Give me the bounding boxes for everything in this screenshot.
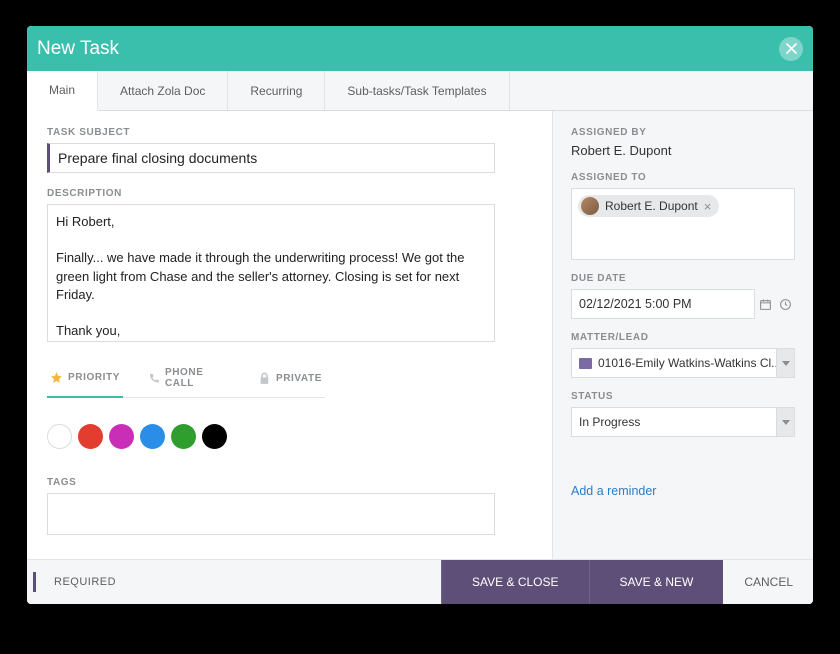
left-column: TASK SUBJECT DESCRIPTION PRIORITY PHONE … — [27, 111, 553, 559]
modal-body: TASK SUBJECT DESCRIPTION PRIORITY PHONE … — [27, 111, 813, 559]
tags-label: TAGS — [47, 477, 532, 488]
subtab-private[interactable]: PRIVATE — [255, 359, 325, 397]
tabs-bar: Main Attach Zola Doc Recurring Sub-tasks… — [27, 71, 813, 111]
task-subject-label: TASK SUBJECT — [47, 127, 532, 138]
add-reminder-link[interactable]: Add a reminder — [571, 484, 656, 498]
tags-input[interactable] — [47, 493, 495, 535]
matter-lead-select-row: 01016-Emily Watkins-Watkins Cl... — [571, 348, 795, 378]
calendar-icon — [759, 298, 772, 311]
task-subject-input[interactable] — [47, 143, 495, 173]
status-label: STATUS — [571, 391, 795, 402]
clock-icon — [779, 298, 792, 311]
subtab-phone-call[interactable]: PHONE CALL — [145, 359, 233, 397]
tab-sub-tasks-templates[interactable]: Sub-tasks/Task Templates — [325, 71, 509, 110]
color-red[interactable] — [78, 424, 103, 449]
assignee-chip: Robert E. Dupont × — [578, 195, 719, 217]
assigned-to-label: ASSIGNED TO — [571, 172, 795, 183]
due-date-row — [571, 289, 795, 319]
save-new-button[interactable]: SAVE & NEW — [589, 560, 724, 604]
modal-header: New Task — [27, 26, 813, 71]
time-button[interactable] — [775, 289, 795, 319]
description-label: DESCRIPTION — [47, 188, 532, 199]
status-value: In Progress — [579, 415, 640, 429]
color-green[interactable] — [171, 424, 196, 449]
tab-main[interactable]: Main — [27, 71, 98, 111]
star-icon — [50, 371, 63, 384]
matter-icon — [579, 358, 592, 369]
attribute-subtabs: PRIORITY PHONE CALL PRIVATE — [47, 359, 325, 398]
matter-lead-select[interactable]: 01016-Emily Watkins-Watkins Cl... — [571, 348, 777, 378]
chevron-down-icon — [782, 361, 790, 366]
close-icon — [786, 43, 797, 54]
color-blue[interactable] — [140, 424, 165, 449]
due-date-input[interactable] — [571, 289, 755, 319]
lock-icon — [258, 372, 271, 385]
subtab-private-label: PRIVATE — [276, 373, 322, 384]
required-indicator: REQUIRED — [33, 572, 134, 592]
description-textarea[interactable] — [47, 204, 495, 342]
save-close-button[interactable]: SAVE & CLOSE — [441, 560, 588, 604]
footer-spacer — [134, 560, 441, 604]
status-select[interactable]: In Progress — [571, 407, 777, 437]
status-dropdown-arrow[interactable] — [777, 407, 795, 437]
avatar — [581, 197, 599, 215]
matter-lead-dropdown-arrow[interactable] — [777, 348, 795, 378]
subtab-priority-label: PRIORITY — [68, 372, 120, 383]
description-section: DESCRIPTION — [47, 188, 532, 347]
assigned-by-label: ASSIGNED BY — [571, 127, 795, 138]
cancel-button[interactable]: CANCEL — [723, 560, 813, 604]
calendar-button[interactable] — [755, 289, 775, 319]
modal-footer: REQUIRED SAVE & CLOSE SAVE & NEW CANCEL — [27, 559, 813, 604]
assigned-to-input[interactable]: Robert E. Dupont × — [571, 188, 795, 260]
modal-title: New Task — [37, 38, 119, 60]
right-column: ASSIGNED BY Robert E. Dupont ASSIGNED TO… — [553, 111, 813, 559]
color-magenta[interactable] — [109, 424, 134, 449]
priority-colors — [47, 424, 532, 449]
assignee-name: Robert E. Dupont — [605, 199, 698, 213]
tab-recurring[interactable]: Recurring — [228, 71, 325, 110]
color-white[interactable] — [47, 424, 72, 449]
chevron-down-icon — [782, 420, 790, 425]
assigned-by-value: Robert E. Dupont — [571, 143, 795, 158]
tags-section: TAGS — [47, 477, 532, 535]
phone-icon — [148, 372, 160, 385]
due-date-label: DUE DATE — [571, 273, 795, 284]
subtab-priority[interactable]: PRIORITY — [47, 359, 123, 398]
tab-attach-zola-doc[interactable]: Attach Zola Doc — [98, 71, 228, 110]
matter-lead-value: 01016-Emily Watkins-Watkins Cl... — [598, 356, 777, 370]
subtab-phone-label: PHONE CALL — [165, 367, 230, 389]
matter-lead-label: MATTER/LEAD — [571, 332, 795, 343]
close-button[interactable] — [779, 37, 803, 61]
remove-assignee-icon[interactable]: × — [704, 199, 712, 214]
status-select-row: In Progress — [571, 407, 795, 437]
new-task-modal: New Task Main Attach Zola Doc Recurring … — [27, 26, 813, 604]
color-black[interactable] — [202, 424, 227, 449]
